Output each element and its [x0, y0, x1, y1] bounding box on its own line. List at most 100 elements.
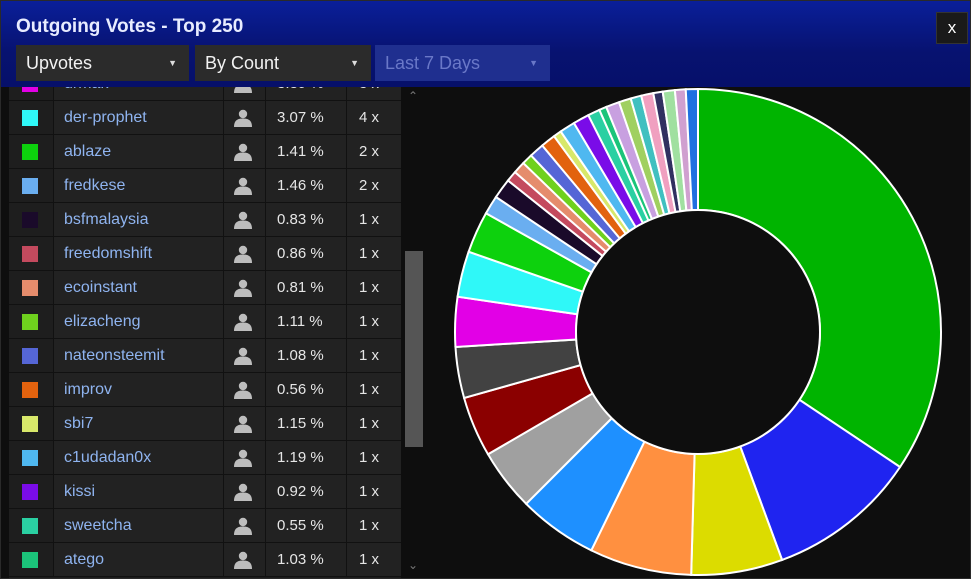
- user-icon[interactable]: [233, 279, 253, 297]
- list-item[interactable]: kissi 0.92 % 1 x: [9, 475, 401, 509]
- user-icon[interactable]: [233, 313, 253, 331]
- period-dropdown: Last 7 Days ▼: [375, 45, 550, 81]
- dialog-header: Outgoing Votes - Top 250 x Upvotes ▼ By …: [1, 1, 970, 87]
- vote-percent: 1.08 %: [277, 347, 324, 364]
- account-name-link[interactable]: improv: [64, 373, 112, 406]
- list-item[interactable]: fredkese 1.46 % 2 x: [9, 169, 401, 203]
- swatch-cell: [9, 169, 53, 202]
- vote-percent: 0.55 %: [277, 517, 324, 534]
- account-name-link[interactable]: freedomshift: [64, 237, 152, 270]
- cell-divider: [223, 169, 224, 202]
- account-name-link[interactable]: ecoinstant: [64, 271, 137, 304]
- account-name-link[interactable]: atego: [64, 543, 104, 576]
- list-item[interactable]: ecoinstant 0.81 % 1 x: [9, 271, 401, 305]
- vote-count: 1 x: [359, 483, 380, 500]
- cell-divider: [265, 339, 266, 372]
- account-name-link[interactable]: elizacheng: [64, 305, 141, 338]
- swatch-cell: [9, 237, 53, 270]
- dropdown-arrow-icon: ▼: [168, 58, 177, 68]
- user-icon[interactable]: [233, 211, 253, 229]
- user-icon[interactable]: [233, 517, 253, 535]
- list-item[interactable]: atego 1.03 % 1 x: [9, 543, 401, 577]
- scroll-down-icon[interactable]: ⌄: [408, 558, 418, 572]
- swatch-cell: [9, 271, 53, 304]
- vote-percent: 0.56 %: [277, 381, 324, 398]
- cell-divider: [265, 305, 266, 338]
- swatch-cell: [9, 441, 53, 474]
- account-name-link[interactable]: fredkese: [64, 169, 125, 202]
- list-item[interactable]: bsfmalaysia 0.83 % 1 x: [9, 203, 401, 237]
- user-icon[interactable]: [233, 483, 253, 501]
- close-button[interactable]: x: [936, 12, 968, 44]
- color-swatch: [22, 280, 38, 296]
- swatch-cell: [9, 101, 53, 134]
- cell-divider: [265, 237, 266, 270]
- swatch-cell: [9, 509, 53, 542]
- scroll-up-icon[interactable]: ⌃: [408, 89, 418, 103]
- account-name-link[interactable]: drmak: [64, 87, 108, 100]
- user-icon[interactable]: [233, 87, 253, 93]
- cell-divider: [223, 339, 224, 372]
- scroll-thumb[interactable]: [405, 251, 423, 447]
- user-icon[interactable]: [233, 109, 253, 127]
- account-name-link[interactable]: ablaze: [64, 135, 111, 168]
- dialog-title: Outgoing Votes - Top 250: [16, 16, 244, 37]
- vote-percent: 1.11 %: [277, 313, 323, 330]
- account-name-link[interactable]: kissi: [64, 475, 95, 508]
- cell-divider: [53, 509, 54, 542]
- swatch-cell: [9, 203, 53, 236]
- account-name-link[interactable]: nateonsteemit: [64, 339, 165, 372]
- account-name-link[interactable]: c1udadan0x: [64, 441, 151, 474]
- row-divider: [9, 576, 401, 577]
- cell-divider: [223, 237, 224, 270]
- cell-divider: [265, 203, 266, 236]
- list-item[interactable]: der-prophet 3.07 % 4 x: [9, 101, 401, 135]
- list-item[interactable]: c1udadan0x 1.19 % 1 x: [9, 441, 401, 475]
- list-scrollbar[interactable]: ⌃ ⌄: [404, 87, 424, 578]
- color-swatch: [22, 348, 38, 364]
- list-item[interactable]: elizacheng 1.11 % 1 x: [9, 305, 401, 339]
- list-item[interactable]: sbi7 1.15 % 1 x: [9, 407, 401, 441]
- vote-count: 1 x: [359, 347, 380, 364]
- list-item[interactable]: drmak 3.39 % 3 x: [9, 87, 401, 101]
- color-swatch: [22, 484, 38, 500]
- list-item[interactable]: nateonsteemit 1.08 % 1 x: [9, 339, 401, 373]
- user-icon[interactable]: [233, 143, 253, 161]
- cell-divider: [223, 373, 224, 406]
- cell-divider: [223, 441, 224, 474]
- list-item[interactable]: freedomshift 0.86 % 1 x: [9, 237, 401, 271]
- user-icon[interactable]: [233, 347, 253, 365]
- user-icon[interactable]: [233, 551, 253, 569]
- cell-divider: [53, 305, 54, 338]
- user-icon[interactable]: [233, 381, 253, 399]
- user-icon[interactable]: [233, 415, 253, 433]
- cell-divider: [223, 271, 224, 304]
- user-icon[interactable]: [233, 177, 253, 195]
- account-name-link[interactable]: der-prophet: [64, 101, 147, 134]
- list-item[interactable]: sweetcha 0.55 % 1 x: [9, 509, 401, 543]
- swatch-cell: [9, 87, 53, 100]
- account-name-link[interactable]: sbi7: [64, 407, 93, 440]
- cell-divider: [346, 135, 347, 168]
- list-item[interactable]: ablaze 1.41 % 2 x: [9, 135, 401, 169]
- vote-percent: 0.83 %: [277, 211, 324, 228]
- color-swatch: [22, 314, 38, 330]
- outgoing-votes-dialog: Outgoing Votes - Top 250 x Upvotes ▼ By …: [0, 0, 971, 579]
- account-name-link[interactable]: sweetcha: [64, 509, 132, 542]
- color-swatch: [22, 518, 38, 534]
- cell-divider: [265, 543, 266, 576]
- account-name-link[interactable]: bsfmalaysia: [64, 203, 148, 236]
- vote-type-dropdown[interactable]: Upvotes ▼: [16, 45, 189, 81]
- vote-percent: 1.15 %: [277, 415, 324, 432]
- cell-divider: [223, 407, 224, 440]
- list-item[interactable]: improv 0.56 % 1 x: [9, 373, 401, 407]
- vote-count: 1 x: [359, 551, 380, 568]
- votes-list[interactable]: drmak 3.39 % 3 x der-prophet 3.07 % 4 x ablaze…: [9, 87, 401, 578]
- color-swatch: [22, 178, 38, 194]
- sort-dropdown[interactable]: By Count ▼: [195, 45, 371, 81]
- vote-count: 1 x: [359, 313, 380, 330]
- user-icon[interactable]: [233, 245, 253, 263]
- user-icon[interactable]: [233, 449, 253, 467]
- swatch-cell: [9, 475, 53, 508]
- dropdown-arrow-icon: ▼: [350, 58, 359, 68]
